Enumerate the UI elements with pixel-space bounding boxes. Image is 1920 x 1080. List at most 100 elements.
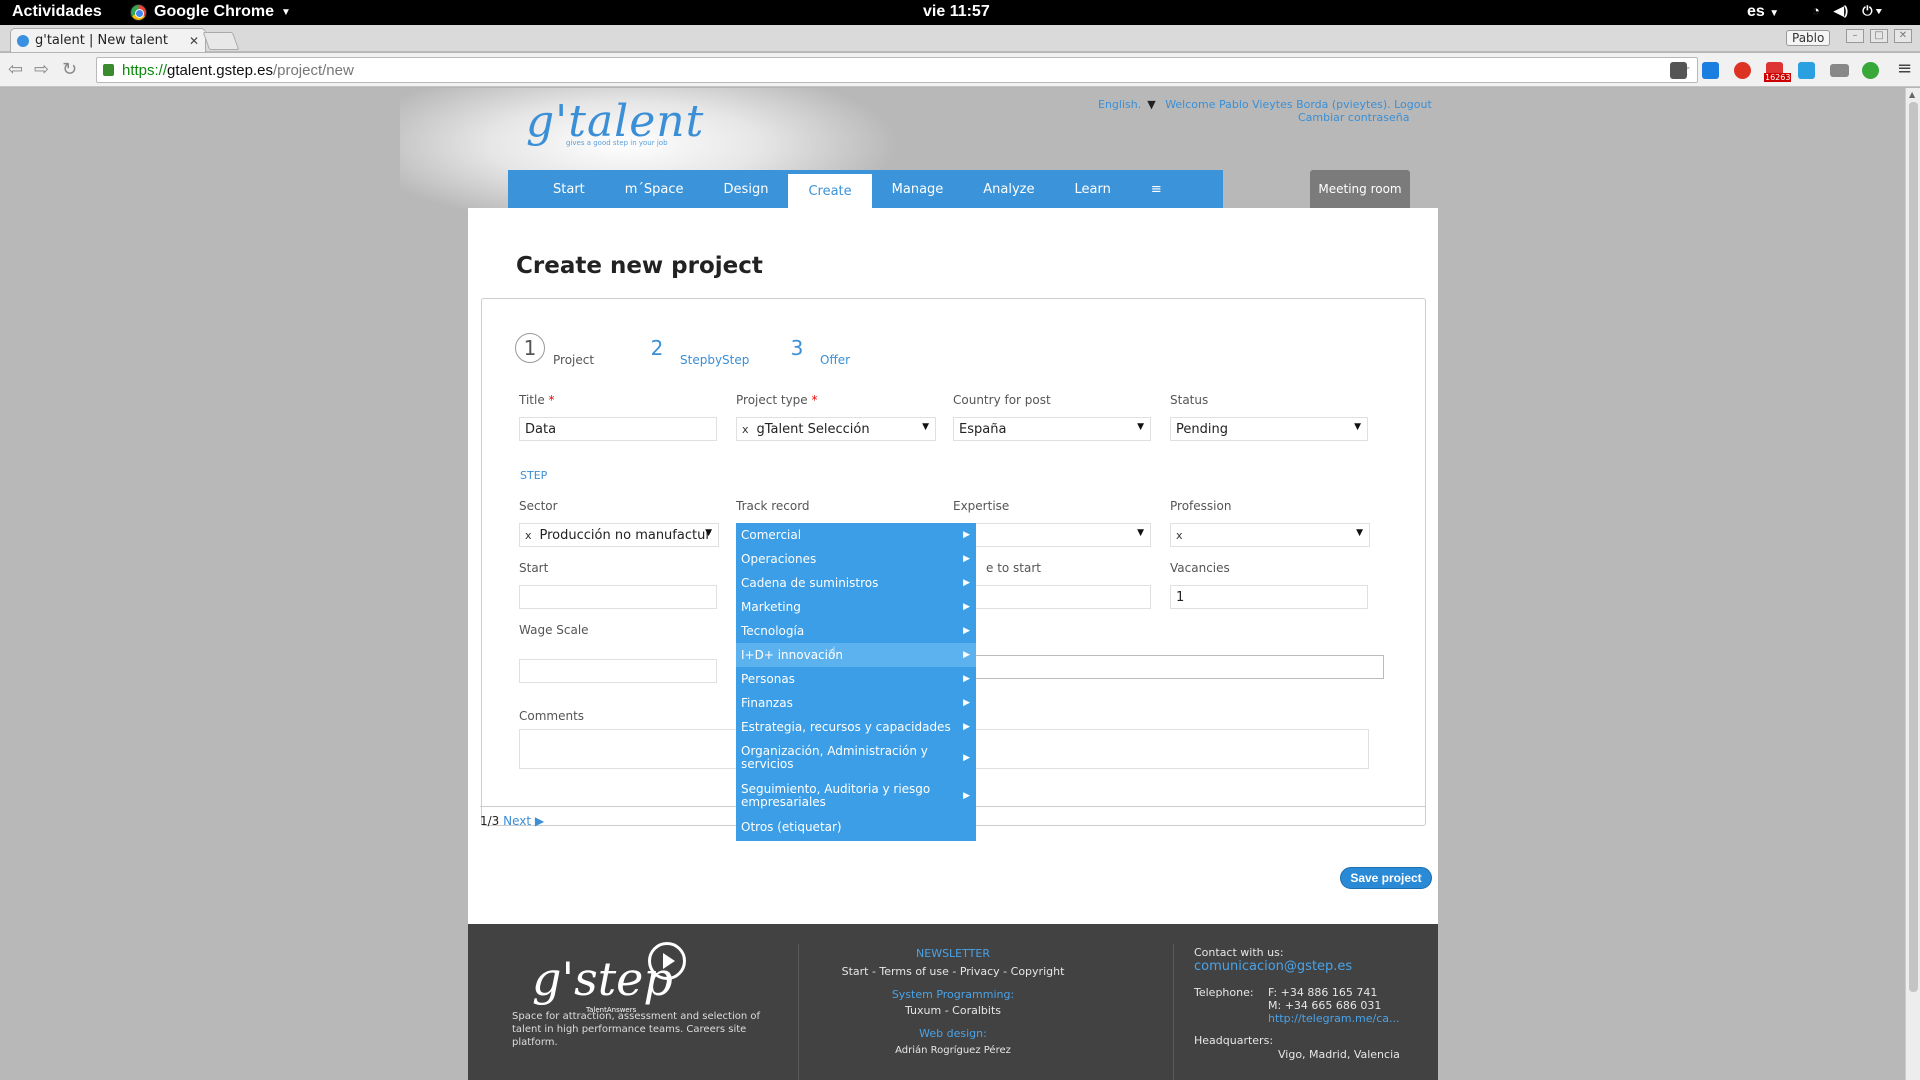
nav-mspace[interactable]: m´Space [605,170,704,208]
chrome-menu-icon[interactable]: ≡ [1897,58,1912,79]
lock-icon [103,64,114,76]
footer-description: Space for attraction, assessment and sel… [512,1011,761,1048]
profession-select[interactable]: x ▼ [1170,523,1370,547]
scrollbar-thumb[interactable] [1909,102,1918,992]
wage-scale-label: Wage Scale [519,623,589,637]
dropdown-item-comercial[interactable]: Comercial ▶ [736,523,976,547]
date-to-start-label: e to start [986,561,1042,575]
reload-icon[interactable]: ↻ [62,59,77,80]
telegram-link[interactable]: http://telegram.me/ca... [1268,1012,1400,1025]
clock[interactable]: vie 11:57 [923,3,990,21]
next-link[interactable]: Next ▶ [503,814,544,828]
dropdown-item-marketing[interactable]: Marketing ▶ [736,595,976,619]
extension-green-icon[interactable] [1862,62,1879,79]
keyboard-language[interactable]: es ▼ [1747,3,1779,21]
sysprog-value: Tuxum - Coralbits [905,1004,1001,1017]
newsletter-link[interactable]: NEWSLETTER [768,947,1138,960]
chevron-right-icon: ▶ [963,601,970,612]
window-controls: – □ ✕ [1846,29,1912,43]
nav-more-icon[interactable]: ≡ [1131,170,1182,208]
extension-puzzle-icon[interactable] [1670,62,1687,79]
extension-blue-icon[interactable] [1702,62,1719,79]
contact-label: Contact with us: [1194,946,1284,959]
activities-button[interactable]: Actividades [12,3,102,21]
dropdown-item-finanzas[interactable]: Finanzas ▶ [736,691,976,715]
save-project-button[interactable]: Save project [1340,867,1432,889]
mobile-number: M: +34 665 686 031 [1268,999,1382,1012]
nav-analyze[interactable]: Analyze [963,170,1054,208]
page-scrollbar[interactable]: ▲ [1905,88,1920,1080]
nav-learn[interactable]: Learn [1055,170,1131,208]
title-input[interactable]: Data [519,417,717,441]
app-menu[interactable]: Google Chrome ▼ [130,3,291,21]
project-type-select[interactable]: x gTalent Selección ▼ [736,417,936,441]
dropdown-item-idi[interactable]: I+D+ innovación ☝ ▶ [736,643,976,667]
vacancies-input[interactable]: 1 [1170,585,1368,609]
dropdown-item-otros[interactable]: Otros (etiquetar) [736,815,976,839]
dropdown-item-operaciones[interactable]: Operaciones ▶ [736,547,976,571]
gmail-icon[interactable]: 16263 [1764,62,1792,82]
fax-number: F: +34 886 165 741 [1268,986,1378,999]
minimize-icon[interactable]: – [1846,29,1864,43]
dropdown-item-tecnologia[interactable]: Tecnología ▶ [736,619,976,643]
nav-create[interactable]: Create [788,174,872,208]
expertise-select[interactable]: ▼ [953,523,1151,547]
skills-input[interactable]: s [952,655,1384,679]
sector-value: Producción no manufactur [539,527,711,543]
chevron-right-icon: ▶ [963,673,970,684]
profession-label: Profession [1170,499,1232,513]
wage-scale-input[interactable] [519,659,717,683]
dropdown-item-personas[interactable]: Personas ▶ [736,667,976,691]
browser-tab[interactable]: g'talent | New talent ✕ [10,28,206,52]
country-select[interactable]: España ▼ [953,417,1151,441]
chrome-icon [130,3,147,21]
clear-icon[interactable]: x [525,529,532,542]
logout-link[interactable]: Logout [1394,98,1432,111]
meeting-room-button[interactable]: Meeting room [1310,170,1410,208]
extension-check-icon[interactable] [1798,62,1815,79]
address-bar[interactable]: https://gtalent.gstep.es/project/new ☆ [96,57,1698,83]
status-label: Status [1170,393,1209,407]
change-password-link[interactable]: Cambiar contraseña [1298,111,1409,124]
step-offer[interactable]: 3 Offer [782,333,850,367]
forward-icon[interactable]: ⇨ [34,59,49,80]
dropdown-item-cadena[interactable]: Cadena de suministros ▶ [736,571,976,595]
maximize-icon[interactable]: □ [1870,29,1888,43]
dropdown-item-organizacion[interactable]: Organización, Administración y servicios… [736,739,976,777]
clear-icon[interactable]: x [1176,529,1183,542]
chevron-right-icon: ▶ [963,697,970,708]
gmail-badge: 16263 [1764,73,1792,82]
step-stepbystep[interactable]: 2 StepbyStep [642,333,750,367]
back-icon[interactable]: ⇦ [8,59,23,80]
close-icon[interactable]: ✕ [189,34,199,48]
language-select[interactable]: English. [1098,98,1141,111]
chevron-right-icon: ▶ [963,577,970,588]
footer-links[interactable]: Start - Terms of use - Privacy - Copyrig… [768,965,1138,978]
caret-down-icon[interactable]: ▼ [1147,98,1155,111]
dropdown-item-seguimiento[interactable]: Seguimiento, Auditoria y riesgo empresar… [736,777,976,815]
track-record-dropdown[interactable]: Comercial ▶ Operaciones ▶ Cadena de sumini… [736,523,976,841]
new-tab-button[interactable] [202,32,240,50]
system-status-icons[interactable]: ◔ ◀) ⏻ ▾ [1812,3,1882,19]
footer-separator [1173,944,1174,1080]
date-to-start-input[interactable] [953,585,1151,609]
profile-button[interactable]: Pablo [1786,30,1831,46]
email-link[interactable]: comunicacion@gstep.es [1194,959,1352,974]
url-host: gtalent.gstep.es [167,61,273,79]
user-links: English. ▼ Welcome Pablo Vieytes Borda (p… [1098,98,1432,111]
nav-start[interactable]: Start [533,170,605,208]
step-label: StepbyStep [680,353,750,367]
status-select[interactable]: Pending ▼ [1170,417,1368,441]
nav-manage[interactable]: Manage [872,170,964,208]
cast-icon[interactable] [1830,64,1849,77]
nav-design[interactable]: Design [704,170,789,208]
start-date-input[interactable] [519,585,717,609]
step-link[interactable]: STEP [520,469,547,482]
sector-select[interactable]: x Producción no manufactur ▼ [519,523,719,547]
pinterest-icon[interactable] [1734,62,1751,79]
clear-icon[interactable]: x [742,423,749,436]
scroll-up-icon[interactable]: ▲ [1909,90,1915,99]
step-project[interactable]: 1 Project [515,333,594,367]
dropdown-item-estrategia[interactable]: Estrategia, recursos y capacidades ▶ [736,715,976,739]
close-window-icon[interactable]: ✕ [1894,29,1912,43]
